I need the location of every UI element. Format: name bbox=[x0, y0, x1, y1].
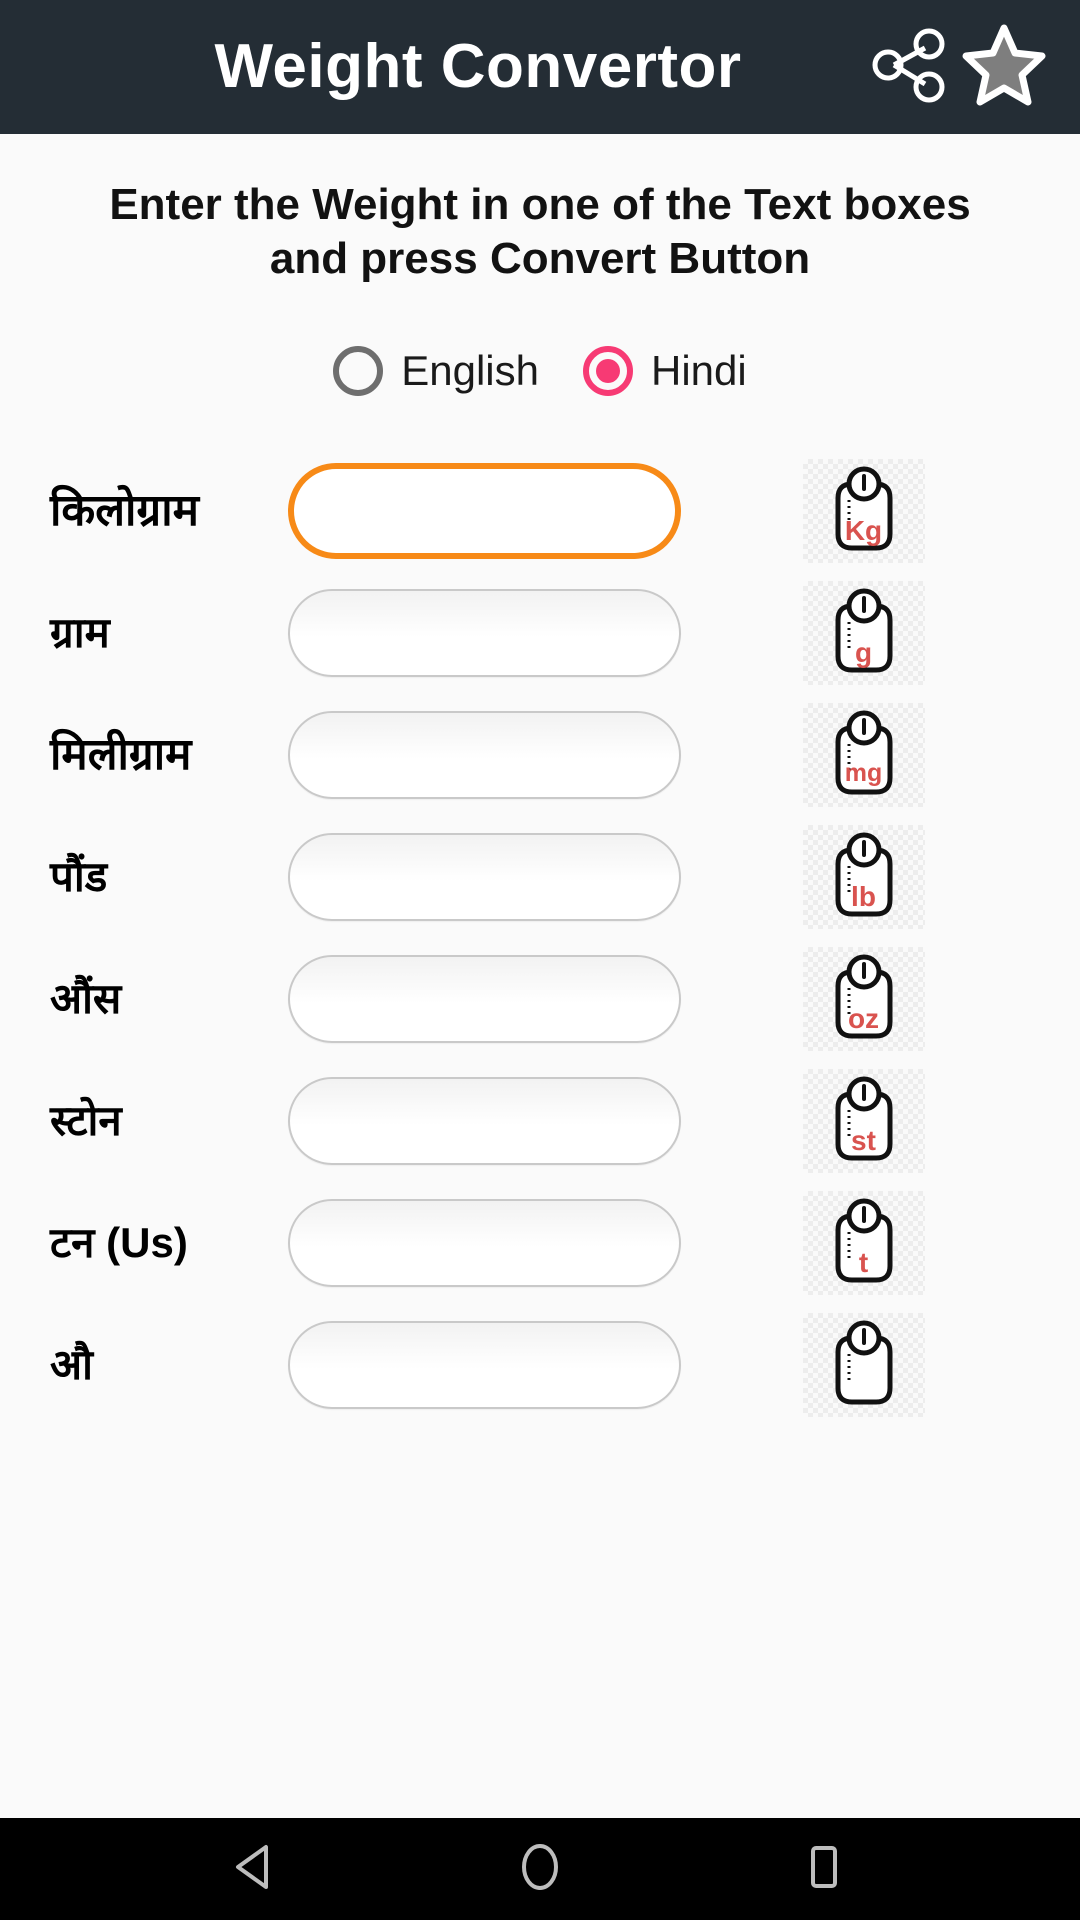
radio-option-english[interactable]: English bbox=[333, 346, 540, 397]
unit-icon-cell-oz: oz bbox=[681, 947, 1046, 1052]
radio-english-label: English bbox=[401, 347, 540, 395]
scale-icon-kg: Kg bbox=[802, 459, 925, 564]
unit-label-lb: पौंड bbox=[50, 853, 108, 901]
scale-icon-lb: lb bbox=[802, 825, 925, 930]
weight-input-kg[interactable] bbox=[288, 463, 681, 560]
radio-english-icon[interactable] bbox=[333, 346, 384, 397]
unit-icon-cell-kg: Kg bbox=[681, 459, 1046, 564]
table-row: स्टोन st bbox=[0, 1060, 1080, 1182]
weight-input-g[interactable] bbox=[288, 589, 681, 678]
unit-icon-cell-st: st bbox=[681, 1069, 1046, 1174]
unit-label-st: स्टोन bbox=[50, 1097, 122, 1145]
star-icon bbox=[962, 23, 1046, 112]
favorite-button[interactable] bbox=[956, 19, 1052, 115]
instruction-text: Enter the Weight in one of the Text boxe… bbox=[109, 180, 971, 284]
scale-icon-ton: t bbox=[802, 1191, 925, 1296]
scale-icon-partial bbox=[802, 1313, 925, 1418]
unit-label-ton: टन (Us) bbox=[50, 1219, 188, 1267]
recents-square-icon bbox=[796, 1839, 852, 1900]
share-icon bbox=[869, 26, 947, 109]
language-radio-group: English Hindi bbox=[0, 346, 1080, 397]
table-row: औंस oz bbox=[0, 938, 1080, 1060]
weight-input-mg[interactable] bbox=[288, 711, 681, 800]
unit-icon-cell-g: g bbox=[681, 581, 1046, 686]
unit-label-g: ग्राम bbox=[50, 609, 110, 657]
unit-icon-cell-lb: lb bbox=[681, 825, 1046, 930]
unit-icon-cell-ton: t bbox=[681, 1191, 1046, 1296]
nav-recents-button[interactable] bbox=[776, 1821, 872, 1917]
radio-hindi-icon[interactable] bbox=[583, 346, 634, 397]
weight-input-lb[interactable] bbox=[288, 833, 681, 922]
weight-input-oz[interactable] bbox=[288, 955, 681, 1044]
unit-label-kg: किलोग्राम bbox=[50, 486, 199, 536]
table-row: ग्राम g bbox=[0, 572, 1080, 694]
app-bar: Weight Convertor bbox=[0, 0, 1080, 134]
conversion-rows-scroll[interactable]: किलोग्राम Kg ग्राम g मिलीग्राम mg पौंड l… bbox=[0, 450, 1080, 1548]
table-row: औ bbox=[0, 1304, 1080, 1426]
weight-input-ton[interactable] bbox=[288, 1199, 681, 1288]
unit-icon-cell-mg: mg bbox=[681, 703, 1046, 808]
home-circle-icon bbox=[512, 1839, 568, 1900]
table-row: टन (Us) t bbox=[0, 1182, 1080, 1304]
share-button[interactable] bbox=[860, 19, 956, 115]
unit-icon-cell-partial bbox=[681, 1313, 1046, 1418]
radio-hindi-label: Hindi bbox=[651, 347, 747, 395]
scale-icon-oz: oz bbox=[802, 947, 925, 1052]
table-row: किलोग्राम Kg bbox=[0, 450, 1080, 572]
table-row: मिलीग्राम mg bbox=[0, 694, 1080, 816]
weight-input-partial[interactable] bbox=[288, 1321, 681, 1410]
scale-icon-g: g bbox=[802, 581, 925, 686]
scale-icon-st: st bbox=[802, 1069, 925, 1174]
app-title: Weight Convertor bbox=[214, 32, 742, 101]
unit-label-mg: मिलीग्राम bbox=[50, 730, 192, 780]
radio-option-hindi[interactable]: Hindi bbox=[583, 346, 747, 397]
unit-label-partial: औ bbox=[50, 1341, 93, 1389]
back-triangle-icon bbox=[228, 1839, 284, 1900]
nav-home-button[interactable] bbox=[492, 1821, 588, 1917]
conversion-rows-list: किलोग्राम Kg ग्राम g मिलीग्राम mg पौंड l… bbox=[0, 450, 1080, 1426]
app-screen: Weight Convertor Enter the Weight in one… bbox=[0, 0, 1080, 1920]
scale-icon-mg: mg bbox=[802, 703, 925, 808]
android-navigation-bar bbox=[0, 1818, 1080, 1920]
weight-input-st[interactable] bbox=[288, 1077, 681, 1166]
nav-back-button[interactable] bbox=[208, 1821, 304, 1917]
unit-label-oz: औंस bbox=[50, 975, 122, 1023]
table-row: पौंड lb bbox=[0, 816, 1080, 938]
